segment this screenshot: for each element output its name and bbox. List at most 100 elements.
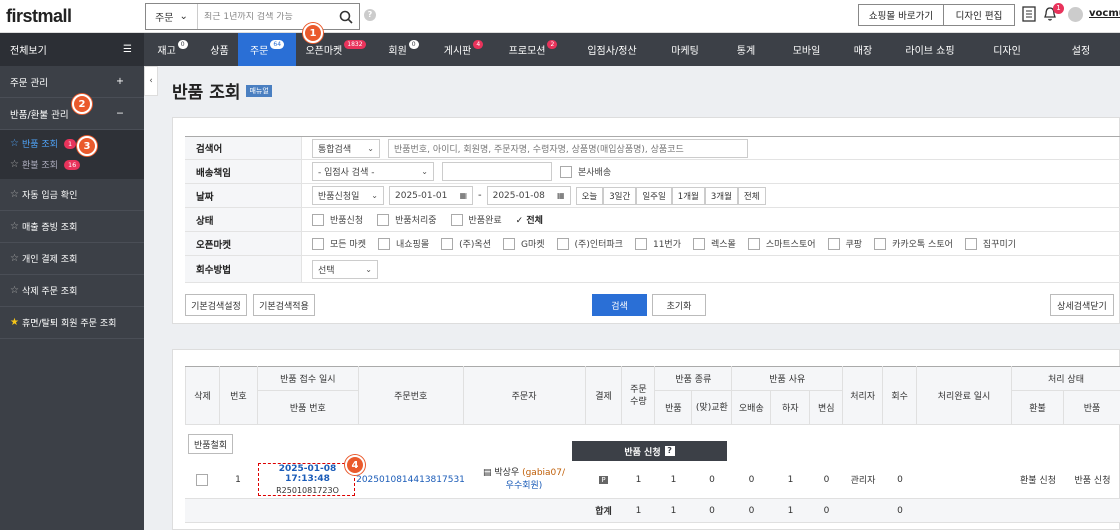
- market-checkbox[interactable]: 스마트스토어: [747, 237, 816, 250]
- chevron-left-icon: ‹: [149, 76, 153, 86]
- nav-store[interactable]: 매장: [838, 33, 888, 66]
- nav-marketing[interactable]: 마케팅: [653, 33, 717, 66]
- chevron-down-icon: ⌄: [367, 143, 374, 153]
- date-all-button[interactable]: 전체: [737, 186, 766, 205]
- market-checkbox[interactable]: 모든 마켓: [312, 237, 366, 250]
- nav-product[interactable]: 상품: [201, 33, 238, 66]
- market-checkbox[interactable]: (주)옥션: [441, 237, 491, 250]
- date-from-input[interactable]: 2025-01-01 ▦: [389, 186, 473, 205]
- document-icon[interactable]: [1022, 6, 1036, 25]
- nav-mobile[interactable]: 모바일: [775, 33, 838, 66]
- user-name[interactable]: vocmu: [1089, 8, 1120, 19]
- reset-button[interactable]: 초기화: [652, 294, 706, 316]
- return-request-banner: 반품 신청 ?: [572, 441, 727, 461]
- sidebar-item-refund-search[interactable]: ☆ 환불 조회 16: [0, 154, 144, 175]
- sidebar-item-auto-deposit[interactable]: ☆ 자동 입금 확인: [0, 179, 144, 211]
- nav-live[interactable]: 라이브 쇼핑: [888, 33, 972, 66]
- status-done-checkbox[interactable]: 반품완료: [450, 213, 502, 226]
- sidebar-item-dormant-orders[interactable]: ★ 휴면/탈퇴 회원 주문 조회: [0, 307, 144, 339]
- col-qty: 주문 수량: [621, 366, 656, 425]
- chevron-down-icon: ⌄: [371, 191, 378, 200]
- market-checkbox[interactable]: 집꾸미기: [964, 237, 1016, 250]
- nav-design[interactable]: 디자인: [972, 33, 1042, 66]
- star-icon: ☆: [10, 221, 19, 232]
- date-3days-button[interactable]: 3일간: [603, 186, 637, 205]
- calendar-icon[interactable]: ▦: [453, 191, 467, 200]
- sidebar-item-deleted-orders[interactable]: ☆ 삭제 주문 조회: [0, 275, 144, 307]
- market-checkbox[interactable]: 렉스몰: [692, 237, 736, 250]
- sidebar-group-order[interactable]: 주문 관리 +: [0, 66, 144, 98]
- all-view-toggle[interactable]: 전체보기 ☰: [0, 33, 144, 66]
- nav-board[interactable]: 게시판 4: [432, 33, 495, 66]
- row-checkbox[interactable]: [196, 473, 208, 486]
- shop-link-button[interactable]: 쇼핑몰 바로가기: [858, 4, 944, 26]
- search-row-delivery: 배송책임 - 입점사 검색 - ⌄ 본사배송: [185, 160, 1120, 184]
- date-1month-button[interactable]: 1개월: [671, 186, 705, 205]
- search-row-market: 오픈마켓 모든 마켓 내쇼핑몰 (주)옥션 G마켓 (주)인터파크 11번가 렉…: [185, 232, 1120, 256]
- member-icon: ▤: [482, 467, 492, 478]
- design-edit-button[interactable]: 디자인 편집: [943, 4, 1015, 26]
- help-icon[interactable]: ?: [364, 9, 376, 21]
- calendar-icon[interactable]: ▦: [551, 191, 565, 200]
- summary-row: 합계 1 1 0 0 1 0 0: [185, 499, 1120, 523]
- summary-reason-defect: 1: [787, 505, 794, 516]
- date-week-button[interactable]: 일주일: [636, 186, 672, 205]
- nav-settings[interactable]: 설정: [1042, 33, 1120, 66]
- search-icon[interactable]: [333, 10, 359, 24]
- orderer-id[interactable]: (gabia07/: [522, 468, 565, 478]
- status-all-toggle[interactable]: ✓ 전체: [516, 213, 543, 226]
- keyword-input[interactable]: 반품번호, 아이디, 회원명, 주문자명, 수령자명, 상품명(매입상품명), …: [388, 138, 748, 158]
- recover-method-select[interactable]: 선택 ⌄: [312, 259, 378, 279]
- market-checkbox[interactable]: 11번가: [634, 237, 681, 250]
- col-recv-date: 반품 접수 일시: [256, 366, 359, 391]
- sidebar-item-return-search[interactable]: ☆ 반품 조회 1: [0, 133, 144, 154]
- market-checkbox[interactable]: (주)인터파크: [556, 237, 623, 250]
- seller-select[interactable]: - 입점사 검색 - ⌄: [312, 162, 434, 181]
- status-requested-checkbox[interactable]: 반품신청: [312, 213, 363, 226]
- revoke-return-button[interactable]: 반품철회: [188, 434, 234, 454]
- market-checkbox[interactable]: 내쇼핑몰: [377, 237, 429, 250]
- help-icon[interactable]: ?: [664, 446, 675, 456]
- status-processing-checkbox[interactable]: 반품처리중: [377, 213, 437, 226]
- nav-order[interactable]: 주문 64: [238, 33, 296, 66]
- sidebar-collapse-button[interactable]: ‹: [144, 66, 158, 96]
- nav-member[interactable]: 회원 0: [375, 33, 432, 66]
- order-no-link[interactable]: 2025010814413817531: [356, 475, 465, 485]
- step-marker: 4: [345, 455, 365, 475]
- market-checkbox[interactable]: G마켓: [502, 237, 545, 250]
- default-search-setting-button[interactable]: 기본검색설정: [185, 294, 247, 316]
- summary-kind-exchange: 0: [709, 505, 715, 516]
- date-type-select[interactable]: 반품신청일 ⌄: [312, 186, 384, 205]
- date-to-input[interactable]: 2025-01-08 ▦: [486, 186, 571, 205]
- nav-badge: 4: [473, 40, 484, 49]
- sidebar-item-sales-proof[interactable]: ☆ 매출 증빙 조회: [0, 211, 144, 243]
- detail-search-close-button[interactable]: 상세검색닫기: [1050, 294, 1114, 316]
- sidebar-item-personal-pay[interactable]: ☆ 개인 결제 조회: [0, 243, 144, 275]
- avatar[interactable]: [1068, 7, 1083, 22]
- nav-stock[interactable]: 재고 0: [144, 33, 201, 66]
- nav-badge: 0: [408, 40, 419, 49]
- nav-promotion[interactable]: 프로모션 2: [495, 33, 571, 66]
- keyword-type-select[interactable]: 통합검색 ⌄: [312, 138, 380, 158]
- search-input[interactable]: [198, 11, 333, 22]
- market-checkbox[interactable]: 쿠팡: [827, 237, 862, 250]
- manual-badge[interactable]: 매뉴얼: [246, 84, 272, 97]
- nav-stats[interactable]: 통계: [717, 33, 775, 66]
- default-search-apply-button[interactable]: 기본검색적용: [253, 294, 315, 316]
- search-type-select[interactable]: 주문 ⌄: [146, 4, 198, 29]
- col-return-no: 반품 번호: [256, 390, 359, 425]
- search-button[interactable]: 검색: [592, 294, 647, 316]
- nav-seller[interactable]: 입점사/정산: [571, 33, 653, 66]
- col-reason-wrong: 오배송: [731, 390, 772, 425]
- market-checkbox[interactable]: 카카오톡 스토어: [874, 237, 953, 250]
- highlight-box: [258, 463, 355, 496]
- col-proc-status: 처리 상태: [1011, 366, 1120, 391]
- star-filled-icon: ★: [10, 317, 19, 328]
- hq-delivery-checkbox[interactable]: 본사배송: [560, 165, 611, 178]
- date-today-button[interactable]: 오늘: [575, 186, 604, 205]
- seller-input[interactable]: [442, 162, 552, 181]
- date-3months-button[interactable]: 3개월: [704, 186, 738, 205]
- logo[interactable]: firstmall: [6, 6, 72, 27]
- col-order-no: 주문번호: [357, 366, 464, 425]
- count-badge: 16: [63, 159, 81, 170]
